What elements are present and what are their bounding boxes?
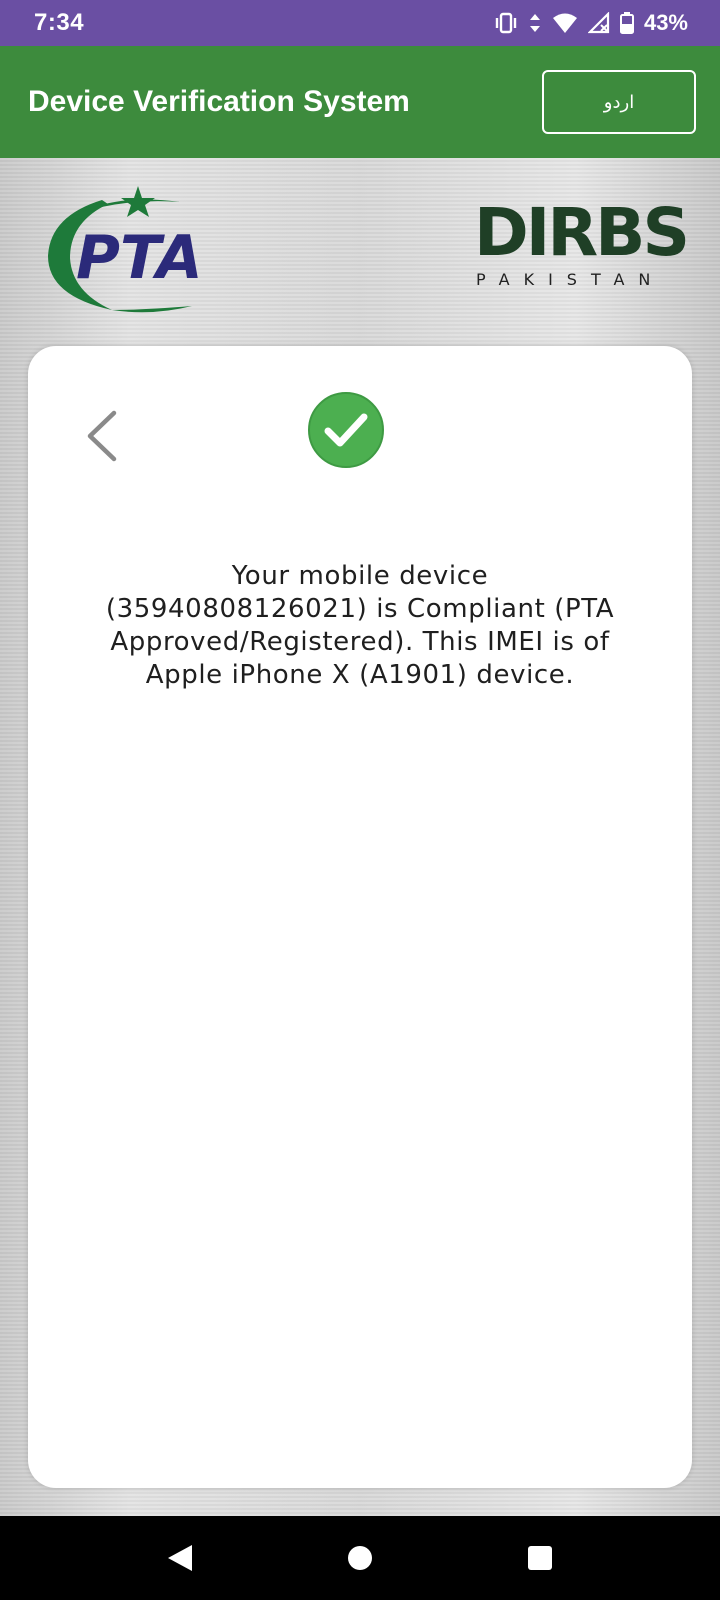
no-signal-icon (587, 12, 610, 34)
status-icons: 43% (494, 10, 688, 36)
back-triangle-icon (168, 1545, 192, 1571)
back-nav-button[interactable] (150, 1528, 210, 1588)
result-card: Your mobile device (35940808126021) is C… (28, 346, 692, 1488)
dirbs-logo-text: DIRBS (474, 194, 690, 271)
home-circle-icon (348, 1546, 372, 1570)
pta-logo-text: PTA (76, 223, 203, 293)
check-circle-icon (308, 392, 384, 468)
battery-icon (619, 12, 634, 34)
language-toggle-button[interactable]: اردو (542, 70, 696, 134)
verification-message: Your mobile device (35940808126021) is C… (105, 561, 615, 690)
home-nav-button[interactable] (330, 1528, 390, 1588)
recents-nav-button[interactable] (510, 1528, 570, 1588)
page-title: Device Verification System (28, 85, 410, 118)
status-bar: 7:34 43% (0, 0, 720, 46)
status-time: 7:34 (34, 9, 85, 36)
dirbs-logo: DIRBS PAKISTAN (474, 200, 690, 300)
wifi-icon (552, 12, 578, 34)
data-arrows-icon (528, 12, 542, 34)
app-bar: Device Verification System اردو (0, 46, 720, 158)
pta-logo: PTA (42, 186, 242, 316)
chevron-left-icon (87, 410, 117, 462)
system-nav-bar (0, 1516, 720, 1600)
back-button[interactable] (78, 406, 126, 466)
vibrate-icon (494, 12, 518, 34)
battery-percent: 43% (643, 10, 688, 35)
recents-square-icon (528, 1546, 552, 1570)
dirbs-logo-subtext: PAKISTAN (476, 270, 665, 289)
